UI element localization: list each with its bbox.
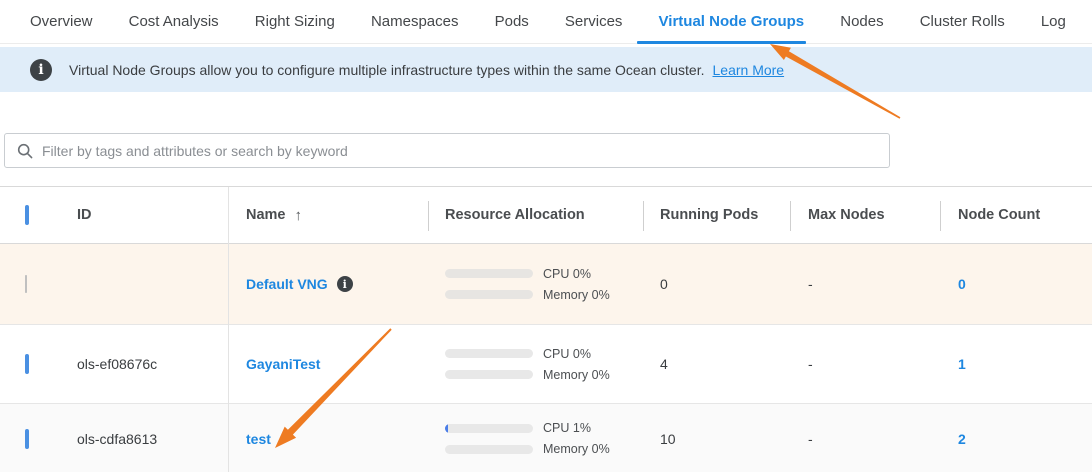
running-pods-value: 0 xyxy=(643,276,790,292)
row-id: ols-ef08676c xyxy=(60,356,228,372)
node-count-link[interactable]: 2 xyxy=(958,431,966,447)
row-checkbox[interactable] xyxy=(25,429,29,449)
running-pods-value: 10 xyxy=(643,431,790,447)
tab-namespaces[interactable]: Namespaces xyxy=(371,0,459,44)
resource-allocation: CPU 1% Memory 0% xyxy=(445,421,643,456)
table-row-gayanitest: ols-ef08676c GayaniTest CPU 0% Memory 0%… xyxy=(0,325,1092,404)
memory-usage-label: Memory 0% xyxy=(543,368,610,382)
column-divider xyxy=(428,201,429,231)
select-all-checkbox[interactable] xyxy=(25,205,29,225)
row-name-link-gayanitest[interactable]: GayaniTest xyxy=(246,356,320,372)
row-id: ols-cdfa8613 xyxy=(60,431,228,447)
filter-search-box[interactable] xyxy=(4,133,890,168)
column-divider xyxy=(790,201,791,231)
column-header-name[interactable]: Name ↑ xyxy=(228,207,428,224)
banner-text: Virtual Node Groups allow you to configu… xyxy=(69,62,705,78)
column-header-name-label: Name xyxy=(246,207,286,223)
tab-nodes[interactable]: Nodes xyxy=(840,0,883,44)
cpu-usage-label: CPU 0% xyxy=(543,267,591,281)
column-divider xyxy=(228,187,229,472)
cpu-usage-label: CPU 1% xyxy=(543,421,591,435)
info-banner: i Virtual Node Groups allow you to confi… xyxy=(0,47,1092,92)
row-checkbox-disabled xyxy=(25,275,27,293)
cpu-usage-bar xyxy=(445,269,533,278)
column-header-resource-allocation[interactable]: Resource Allocation xyxy=(428,207,643,223)
search-icon xyxy=(17,143,33,159)
info-icon: i xyxy=(30,59,52,81)
ocean-cluster-page: Overview Cost Analysis Right Sizing Name… xyxy=(0,0,1092,472)
tab-cost-analysis[interactable]: Cost Analysis xyxy=(129,0,219,44)
tab-pods[interactable]: Pods xyxy=(495,0,529,44)
vng-table: ID Name ↑ Resource Allocation Running Po… xyxy=(0,186,1092,472)
node-count-link[interactable]: 1 xyxy=(958,356,966,372)
cluster-tabbar: Overview Cost Analysis Right Sizing Name… xyxy=(0,0,1092,44)
memory-usage-bar xyxy=(445,370,533,379)
cpu-usage-bar xyxy=(445,424,533,433)
tab-overview[interactable]: Overview xyxy=(30,0,93,44)
filter-search-input[interactable] xyxy=(42,143,877,159)
max-nodes-value: - xyxy=(790,431,940,447)
memory-usage-bar xyxy=(445,445,533,454)
learn-more-link[interactable]: Learn More xyxy=(713,62,785,78)
tab-right-sizing[interactable]: Right Sizing xyxy=(255,0,335,44)
column-header-max-nodes[interactable]: Max Nodes xyxy=(790,207,940,223)
row-name-link-test[interactable]: test xyxy=(246,431,271,447)
table-row-test: ols-cdfa8613 test CPU 1% Memory 0% 10 - xyxy=(0,404,1092,472)
tab-services[interactable]: Services xyxy=(565,0,623,44)
memory-usage-label: Memory 0% xyxy=(543,442,610,456)
table-row-default-vng: Default VNG i CPU 0% Memory 0% 0 - 0 xyxy=(0,244,1092,325)
column-divider xyxy=(940,201,941,231)
memory-usage-label: Memory 0% xyxy=(543,288,610,302)
tab-cluster-rolls[interactable]: Cluster Rolls xyxy=(920,0,1005,44)
max-nodes-value: - xyxy=(790,276,940,292)
running-pods-value: 4 xyxy=(643,356,790,372)
node-count-link[interactable]: 0 xyxy=(958,276,966,292)
resource-allocation: CPU 0% Memory 0% xyxy=(445,347,643,382)
max-nodes-value: - xyxy=(790,356,940,372)
tab-log[interactable]: Log xyxy=(1041,0,1066,44)
tab-virtual-node-groups[interactable]: Virtual Node Groups xyxy=(659,0,805,44)
memory-usage-bar xyxy=(445,290,533,299)
column-header-running-pods[interactable]: Running Pods xyxy=(643,207,790,223)
cpu-usage-bar xyxy=(445,349,533,358)
resource-allocation: CPU 0% Memory 0% xyxy=(445,267,643,302)
vng-info-icon[interactable]: i xyxy=(337,276,353,292)
table-header-row: ID Name ↑ Resource Allocation Running Po… xyxy=(0,187,1092,244)
row-name-link-default-vng[interactable]: Default VNG xyxy=(246,276,328,292)
column-header-node-count[interactable]: Node Count xyxy=(940,207,1092,223)
column-divider xyxy=(643,201,644,231)
cpu-usage-label: CPU 0% xyxy=(543,347,591,361)
sort-ascending-icon[interactable]: ↑ xyxy=(295,207,303,224)
row-checkbox[interactable] xyxy=(25,354,29,374)
column-header-id[interactable]: ID xyxy=(60,207,228,223)
